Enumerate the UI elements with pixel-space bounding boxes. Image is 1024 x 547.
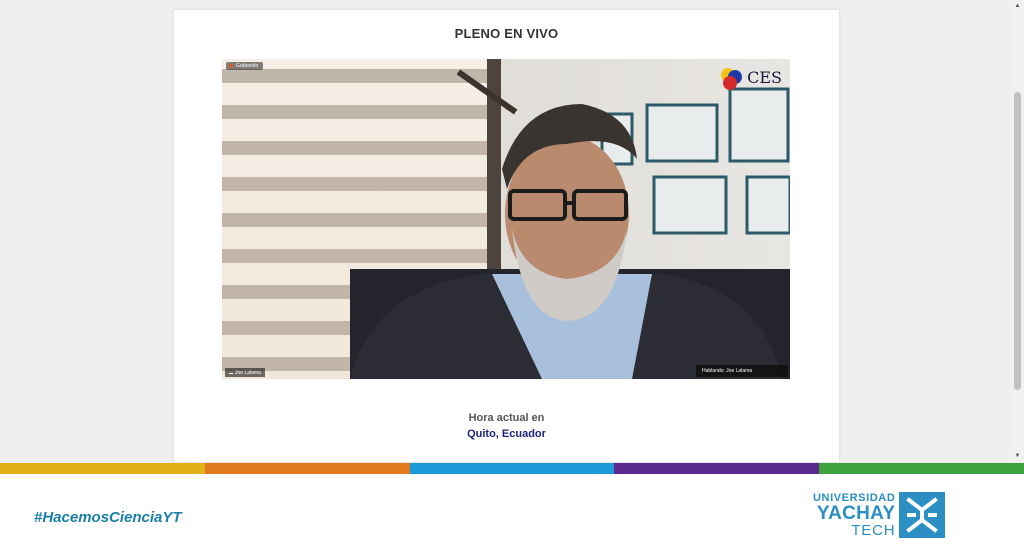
ces-logo: CES <box>718 65 782 91</box>
brand-line-3: TECH <box>851 521 896 539</box>
video-frame <box>222 59 790 379</box>
hashtag-prefix: #Hacemos <box>34 509 110 526</box>
location-link[interactable]: Quito, Ecuador <box>174 428 839 440</box>
current-time-label: Hora actual en <box>468 412 545 424</box>
stripe-blue <box>409 463 615 474</box>
recording-indicator: Grabando <box>226 62 264 70</box>
hashtag: #HacemosCienciaYT <box>34 509 182 526</box>
page-title: PLENO EN VIVO <box>454 26 559 41</box>
yachay-emblem-icon <box>899 492 946 538</box>
participant-name-tag: Joe Lalama <box>225 368 265 377</box>
recording-label: Grabando <box>236 63 259 69</box>
scroll-up-arrow-icon[interactable]: ▲ <box>1011 0 1024 12</box>
scrollbar-thumb[interactable] <box>1014 92 1021 390</box>
footer: #HacemosCienciaYT UNIVERSIDAD YACHAY TEC… <box>0 474 1024 547</box>
ces-emblem-icon <box>721 68 743 90</box>
live-stream-card: PLENO EN VIVO Grabando CES Joe Lalama Ha… <box>174 10 839 462</box>
hashtag-emphasis: CienciaYT <box>109 509 182 526</box>
yachay-tech-logo: UNIVERSIDAD YACHAY TECH <box>813 491 946 539</box>
signal-icon <box>229 369 233 374</box>
brand-line-1: UNIVERSIDAD <box>813 491 896 504</box>
scroll-down-arrow-icon[interactable]: ▼ <box>1011 450 1024 462</box>
speaking-indicator: Hablando: Joe Lalama <box>696 365 788 377</box>
stripe-purple <box>614 463 820 474</box>
yachay-wordmark: UNIVERSIDAD YACHAY TECH <box>813 491 896 539</box>
video-player[interactable]: Grabando CES Joe Lalama Hablando: Joe La… <box>222 59 790 379</box>
record-icon <box>229 63 233 68</box>
stripe-orange <box>204 463 410 474</box>
ces-logo-text: CES <box>747 68 782 87</box>
brand-color-stripe <box>0 463 1024 474</box>
stripe-yellow <box>0 463 205 474</box>
brand-line-2: YACHAY <box>816 502 896 524</box>
page-scrollbar[interactable]: ▲ ▼ <box>1011 0 1024 462</box>
stripe-green <box>819 463 1024 474</box>
participant-name: Joe Lalama <box>235 370 261 376</box>
